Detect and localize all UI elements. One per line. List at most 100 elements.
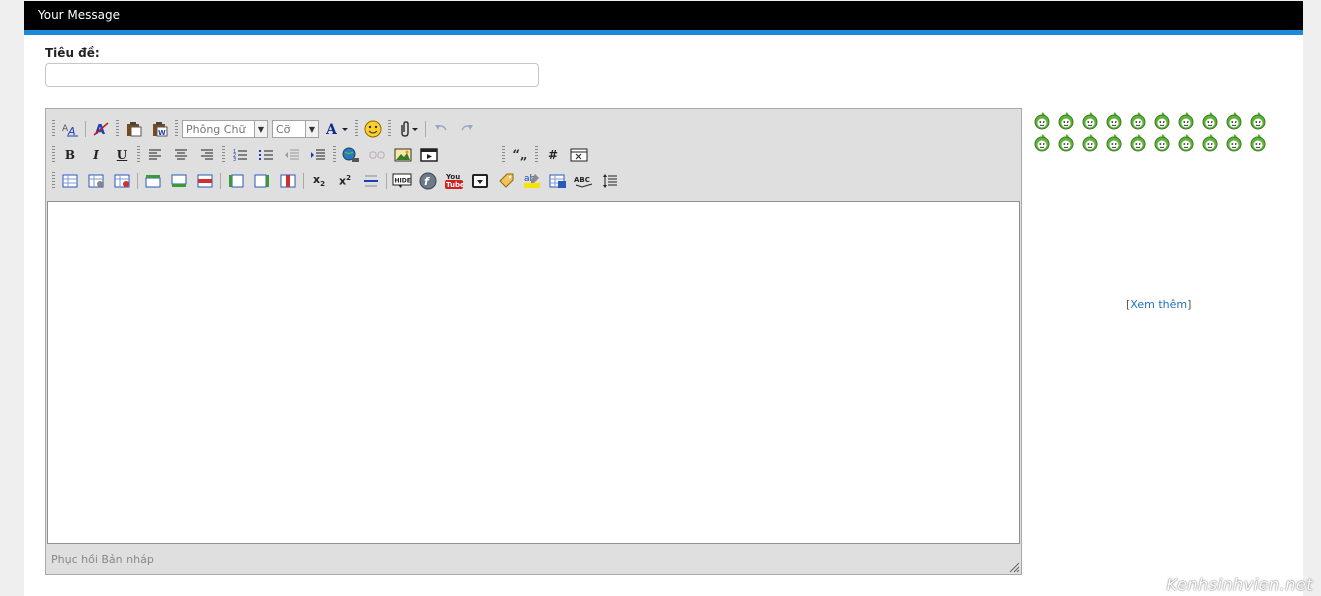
toolbar-grip[interactable]	[52, 120, 55, 138]
subscript-icon[interactable]: x2	[308, 171, 330, 191]
toolbar-row-3: x2 x2 HIDE f You Tube ab ABC	[52, 170, 625, 192]
smiley-icon[interactable]	[1080, 111, 1100, 131]
smiley-icon[interactable]	[1176, 111, 1196, 131]
smiley-icon[interactable]	[1152, 133, 1172, 153]
table-icon[interactable]	[59, 171, 81, 191]
smiley-icon[interactable]	[1248, 111, 1268, 131]
flash-icon[interactable]: f	[417, 171, 439, 191]
smiley-icon[interactable]	[1056, 133, 1076, 153]
paste-text-icon[interactable]	[123, 119, 145, 139]
smiley-icon[interactable]	[1104, 133, 1124, 153]
insert-col-before-icon[interactable]	[225, 171, 247, 191]
toolbar-grip[interactable]	[388, 120, 391, 138]
smiley-icon[interactable]	[1200, 111, 1220, 131]
image-icon[interactable]	[392, 145, 414, 165]
tag-icon[interactable]	[495, 171, 517, 191]
toolbar-grip[interactable]	[333, 146, 336, 164]
resize-handle-icon[interactable]	[1008, 561, 1020, 573]
toolbar-grip[interactable]	[502, 146, 505, 164]
rich-text-editor: AA A W Phông Chữ ▼ Cỡ ▼ A B I U	[45, 108, 1022, 575]
attach-icon[interactable]	[395, 119, 421, 139]
underline-icon[interactable]: U	[111, 145, 133, 165]
smiley-icon[interactable]	[1080, 133, 1100, 153]
table-props-icon[interactable]	[85, 171, 107, 191]
toolbar-grip[interactable]	[175, 120, 178, 138]
font-size-value: Cỡ	[276, 122, 291, 136]
table-insert-icon[interactable]	[547, 171, 569, 191]
delete-row-icon[interactable]	[194, 171, 216, 191]
unordered-list-icon[interactable]	[255, 145, 277, 165]
unlink-icon[interactable]	[366, 145, 388, 165]
font-family-select[interactable]: Phông Chữ ▼	[182, 120, 268, 138]
youtube-icon[interactable]: You Tube	[443, 171, 465, 191]
smiley-icon[interactable]	[1176, 133, 1196, 153]
smiley-icon[interactable]	[1128, 133, 1148, 153]
toolbar-grip[interactable]	[222, 146, 225, 164]
insert-col-after-icon[interactable]	[251, 171, 273, 191]
outdent-icon[interactable]	[281, 145, 303, 165]
svg-text:ABC: ABC	[574, 176, 590, 184]
smiley-icon[interactable]	[1104, 111, 1124, 131]
toolbar-grip[interactable]	[137, 146, 140, 164]
line-height-icon[interactable]	[599, 171, 621, 191]
video-icon[interactable]	[418, 145, 440, 165]
toolbar-row-2: B I U 123 “„ #	[52, 144, 594, 166]
delete-table-icon[interactable]	[111, 171, 133, 191]
link-icon[interactable]	[340, 145, 362, 165]
remove-style-icon[interactable]: A	[90, 119, 112, 139]
code-icon[interactable]	[568, 145, 590, 165]
hide-icon[interactable]: HIDE	[391, 171, 413, 191]
bold-icon[interactable]: B	[59, 145, 81, 165]
insert-row-before-icon[interactable]	[142, 171, 164, 191]
delete-col-icon[interactable]	[277, 171, 299, 191]
font-color-icon[interactable]: A	[323, 119, 351, 139]
smiley-icon[interactable]	[1224, 133, 1244, 153]
smiley-icon[interactable]	[1032, 111, 1052, 131]
smilies-icon[interactable]	[362, 119, 384, 139]
toolbar-grip[interactable]	[52, 146, 55, 164]
remove-format-icon[interactable]: AA	[59, 119, 81, 139]
restore-draft-link[interactable]: Phục hồi Bản nháp	[51, 553, 154, 566]
highlight-icon[interactable]: ab	[521, 171, 543, 191]
smiley-icon[interactable]	[1224, 111, 1244, 131]
redo-icon[interactable]	[456, 119, 478, 139]
font-family-value: Phông Chữ	[186, 122, 246, 136]
smilies-panel	[1032, 111, 1272, 155]
panel-header: Your Message	[24, 1, 1303, 35]
smiley-icon[interactable]	[1248, 133, 1268, 153]
toolbar-separator	[303, 173, 304, 189]
toolbar-grip[interactable]	[535, 146, 538, 164]
toolbar-grip[interactable]	[116, 120, 119, 138]
svg-text:A: A	[67, 125, 76, 137]
italic-icon[interactable]: I	[85, 145, 107, 165]
align-center-icon[interactable]	[170, 145, 192, 165]
undo-icon[interactable]	[430, 119, 452, 139]
paste-word-icon[interactable]: W	[149, 119, 171, 139]
insert-row-after-icon[interactable]	[168, 171, 190, 191]
message-textarea[interactable]	[47, 201, 1020, 544]
smiley-icon[interactable]	[1200, 133, 1220, 153]
message-panel: Your Message Tiêu đề: AA A W Phông Chữ ▼ …	[24, 1, 1303, 596]
toolbar-grip[interactable]	[355, 120, 358, 138]
font-size-select[interactable]: Cỡ ▼	[272, 120, 319, 138]
more-smilies-link[interactable]: Xem thêm	[1130, 298, 1187, 311]
smiley-icon[interactable]	[1152, 111, 1172, 131]
spellcheck-icon[interactable]: ABC	[573, 171, 595, 191]
align-left-icon[interactable]	[144, 145, 166, 165]
svg-text:W: W	[158, 129, 166, 137]
hash-icon[interactable]: #	[542, 145, 564, 165]
title-input[interactable]	[45, 63, 539, 87]
svg-text:3: 3	[233, 157, 236, 162]
superscript-icon[interactable]: x2	[334, 171, 356, 191]
smiley-icon[interactable]	[1056, 111, 1076, 131]
smiley-icon[interactable]	[1032, 133, 1052, 153]
align-right-icon[interactable]	[196, 145, 218, 165]
indent-icon[interactable]	[307, 145, 329, 165]
ordered-list-icon[interactable]: 123	[229, 145, 251, 165]
chevron-down-icon: ▼	[254, 121, 267, 137]
toolbar-grip[interactable]	[52, 172, 55, 190]
smiley-icon[interactable]	[1128, 111, 1148, 131]
horizontal-rule-icon[interactable]	[360, 171, 382, 191]
download-icon[interactable]	[469, 171, 491, 191]
quote-icon[interactable]: “„	[509, 145, 531, 165]
